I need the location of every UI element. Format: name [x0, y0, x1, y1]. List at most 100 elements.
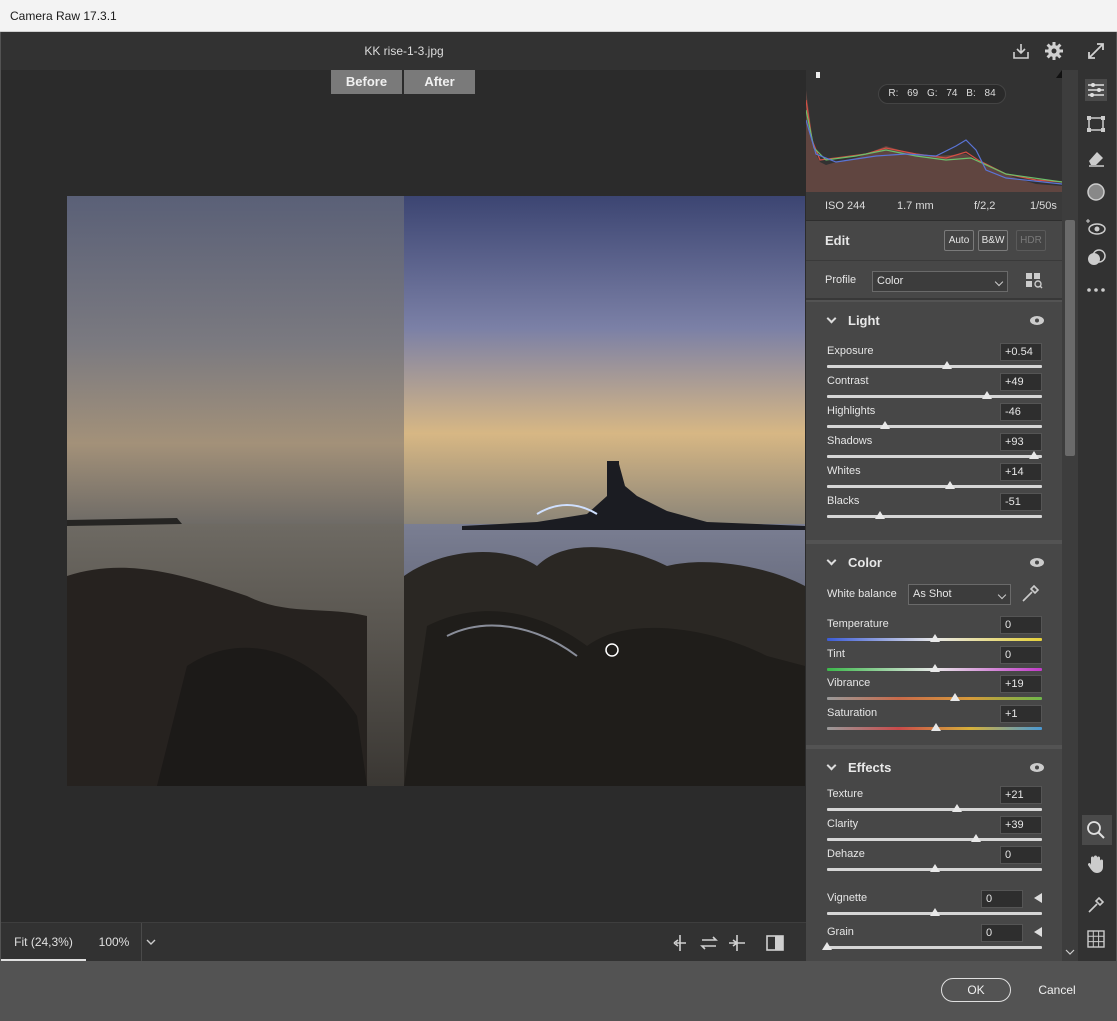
slider-thumb[interactable]: [929, 908, 940, 916]
slider-track[interactable]: [827, 455, 1042, 458]
auto-button[interactable]: Auto: [944, 230, 974, 251]
slider-shadows[interactable]: Shadows +93: [806, 432, 1062, 462]
slider-thumb[interactable]: [971, 834, 982, 842]
after-tab[interactable]: After: [404, 70, 475, 94]
slider-thumb[interactable]: [874, 511, 885, 519]
zoom-dropdown[interactable]: [141, 923, 159, 961]
slider-thumb[interactable]: [930, 722, 941, 731]
copy-settings-icon[interactable]: [727, 933, 747, 953]
hand-icon[interactable]: [1085, 853, 1107, 875]
slider-track[interactable]: [827, 395, 1042, 398]
save-download-icon[interactable]: [1011, 41, 1031, 61]
masking-icon[interactable]: [1085, 181, 1107, 203]
slider-track[interactable]: [827, 485, 1042, 488]
slider-track[interactable]: [827, 425, 1042, 428]
scroll-down-icon[interactable]: [1065, 948, 1075, 956]
profile-browser-icon[interactable]: [1025, 272, 1043, 290]
profile-select[interactable]: Color: [872, 271, 1008, 292]
before-after-split-icon[interactable]: [672, 933, 692, 953]
slider-track[interactable]: [827, 697, 1042, 701]
more-icon[interactable]: [1085, 279, 1107, 301]
presets-icon[interactable]: [1085, 247, 1107, 269]
slider-thumb[interactable]: [949, 693, 960, 702]
expand-arrow-icon[interactable]: [1034, 927, 1042, 937]
eraser-healing-icon[interactable]: [1085, 147, 1107, 169]
slider-value-input[interactable]: 0: [1000, 616, 1042, 634]
slider-blacks[interactable]: Blacks -51: [806, 492, 1062, 522]
slider-track[interactable]: [827, 365, 1042, 368]
slider-value-input[interactable]: +21: [1000, 786, 1042, 804]
slider-highlights[interactable]: Highlights -46: [806, 402, 1062, 432]
swap-settings-icon[interactable]: [699, 933, 719, 953]
slider-track[interactable]: [827, 808, 1042, 811]
eye-icon[interactable]: [1030, 316, 1044, 325]
photo-preview[interactable]: [67, 196, 805, 786]
panel-scrollbar[interactable]: [1062, 70, 1078, 961]
slider-value-input[interactable]: +39: [1000, 816, 1042, 834]
zoom-100-button[interactable]: 100%: [88, 923, 140, 961]
slider-tint[interactable]: Tint 0: [806, 645, 1062, 675]
slider-value-input[interactable]: +1: [1000, 704, 1042, 723]
crop-transform-icon[interactable]: [1085, 113, 1107, 135]
slider-value-input[interactable]: -51: [1000, 493, 1042, 511]
slider-value-input[interactable]: -46: [1000, 403, 1042, 421]
slider-thumb[interactable]: [952, 804, 963, 812]
slider-saturation[interactable]: Saturation +1: [806, 704, 1062, 734]
image-canvas[interactable]: Before After: [1, 70, 806, 922]
slider-vibrance[interactable]: Vibrance +19: [806, 674, 1062, 704]
eye-icon[interactable]: [1030, 763, 1044, 772]
slider-grain[interactable]: Grain 0: [806, 923, 1062, 953]
cancel-button[interactable]: Cancel: [1024, 978, 1090, 1002]
slider-thumb[interactable]: [822, 942, 832, 950]
edit-sliders-icon[interactable]: [1085, 79, 1107, 101]
redeye-icon[interactable]: [1085, 216, 1107, 238]
slider-thumb[interactable]: [880, 421, 891, 429]
expand-arrow-icon[interactable]: [1034, 893, 1042, 903]
before-tab[interactable]: Before: [331, 70, 402, 94]
slider-thumb[interactable]: [1029, 451, 1040, 459]
slider-thumb[interactable]: [929, 634, 940, 642]
slider-contrast[interactable]: Contrast +49: [806, 372, 1062, 402]
compare-view-icon[interactable]: [765, 933, 785, 953]
slider-thumb[interactable]: [944, 481, 955, 489]
slider-vignette[interactable]: Vignette 0: [806, 889, 1062, 919]
ok-button[interactable]: OK: [941, 978, 1011, 1002]
settings-gear-icon[interactable]: [1044, 41, 1064, 61]
slider-thumb[interactable]: [929, 663, 940, 672]
slider-value-input[interactable]: 0: [1000, 645, 1042, 664]
eye-icon[interactable]: [1030, 558, 1044, 567]
slider-dehaze[interactable]: Dehaze 0: [806, 845, 1062, 875]
scrollbar-thumb[interactable]: [1065, 220, 1075, 456]
eyedropper-icon[interactable]: [1020, 584, 1040, 604]
zoom-icon[interactable]: [1085, 819, 1107, 841]
color-header[interactable]: Color: [806, 544, 1062, 580]
slider-thumb[interactable]: [929, 864, 940, 872]
slider-thumb[interactable]: [942, 361, 953, 369]
light-header[interactable]: Light: [806, 302, 1062, 338]
slider-whites[interactable]: Whites +14: [806, 462, 1062, 492]
slider-value-input[interactable]: +14: [1000, 463, 1042, 481]
slider-value-input[interactable]: 0: [1000, 846, 1042, 864]
slider-value-input[interactable]: +19: [1000, 675, 1042, 694]
bw-button[interactable]: B&W: [978, 230, 1008, 251]
slider-track[interactable]: [827, 838, 1042, 841]
slider-value-input[interactable]: 0: [981, 924, 1023, 942]
slider-texture[interactable]: Texture +21: [806, 785, 1062, 815]
slider-track[interactable]: [827, 946, 1042, 949]
slider-value-input[interactable]: +49: [1000, 373, 1042, 391]
hdr-button[interactable]: HDR: [1016, 230, 1046, 251]
slider-temperature[interactable]: Temperature 0: [806, 615, 1062, 645]
color-sampler-icon[interactable]: [1085, 894, 1107, 916]
slider-value-input[interactable]: +93: [1000, 433, 1042, 451]
white-balance-select[interactable]: As Shot: [908, 584, 1011, 605]
fullscreen-icon[interactable]: [1086, 41, 1106, 61]
slider-value-input[interactable]: 0: [981, 890, 1023, 908]
slider-track[interactable]: [827, 515, 1042, 518]
grid-icon[interactable]: [1085, 928, 1107, 950]
slider-clarity[interactable]: Clarity +39: [806, 815, 1062, 845]
slider-exposure[interactable]: Exposure +0.54: [806, 342, 1062, 372]
slider-thumb[interactable]: [982, 391, 993, 399]
slider-value-input[interactable]: +0.54: [1000, 343, 1042, 361]
effects-header[interactable]: Effects: [806, 749, 1062, 785]
zoom-fit-button[interactable]: Fit (24,3%): [1, 923, 86, 961]
